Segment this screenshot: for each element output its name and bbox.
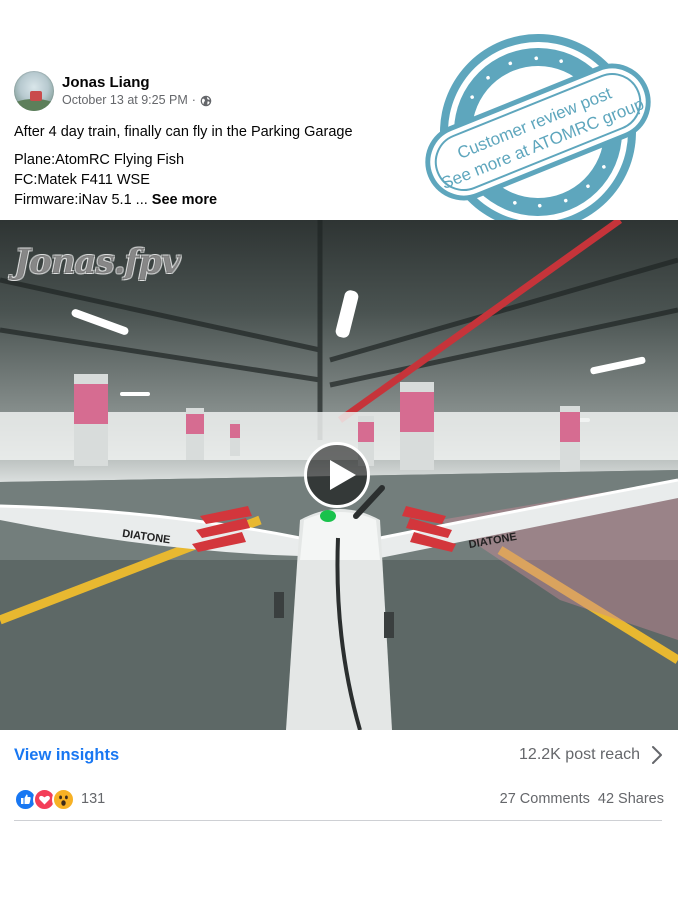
see-more-link[interactable]: See more [152, 192, 217, 208]
post-text-firmware: Firmware:iNav 5.1 [14, 192, 132, 208]
wing-brand-right-text: DIATONE [468, 531, 518, 551]
reaction-count[interactable]: 131 [81, 791, 105, 807]
reactions-row: 131 27 Comments 42 Shares [14, 787, 664, 811]
post-text-line: Firmware:iNav 5.1 ... See more [14, 190, 353, 210]
review-stamp: Customer review post See more at ATOMRC … [425, 34, 651, 230]
meta-separator: · [191, 93, 196, 107]
play-icon [330, 460, 356, 490]
author-block: Jonas Liang October 13 at 9:25 PM · [62, 73, 212, 109]
chevron-right-icon [652, 746, 662, 764]
post-timestamp[interactable]: October 13 at 9:25 PM [62, 92, 188, 109]
engagement-counts: 27 Comments 42 Shares [500, 791, 664, 807]
author-name[interactable]: Jonas Liang [62, 73, 212, 92]
reaction-summary[interactable]: 131 [14, 787, 105, 811]
post-text: After 4 day train, finally can fly in th… [14, 122, 353, 210]
wing-brand-left: DIATONE [121, 528, 171, 547]
wing-brand-right: DIATONE [468, 531, 518, 551]
wing-brand-left-text: DIATONE [121, 528, 171, 547]
post-text-line: Plane:AtomRC Flying Fish [14, 152, 185, 168]
post-reach-label: 12.2K post reach [519, 746, 640, 763]
wow-icon [52, 787, 75, 811]
post-reach[interactable]: 12.2K post reach [519, 745, 664, 765]
insights-row: View insights 12.2K post reach [14, 742, 664, 768]
video-player[interactable]: Jonas.fpv DIATONE DIATONE [0, 220, 678, 730]
post-header: Jonas Liang October 13 at 9:25 PM · [14, 71, 212, 111]
ellipsis: ... [135, 192, 148, 208]
post-text-line: FC:Matek F411 WSE [14, 172, 150, 188]
globe-icon[interactable] [200, 95, 212, 107]
video-watermark: Jonas.fpv [14, 242, 181, 282]
avatar[interactable] [14, 71, 54, 111]
post-meta: October 13 at 9:25 PM · [62, 92, 212, 109]
play-button[interactable] [304, 442, 370, 508]
shares-count[interactable]: 42 Shares [598, 791, 664, 807]
view-insights-link[interactable]: View insights [14, 746, 119, 765]
comments-count[interactable]: 27 Comments [500, 791, 590, 807]
post-text-line: After 4 day train, finally can fly in th… [14, 124, 353, 140]
divider [14, 820, 662, 821]
